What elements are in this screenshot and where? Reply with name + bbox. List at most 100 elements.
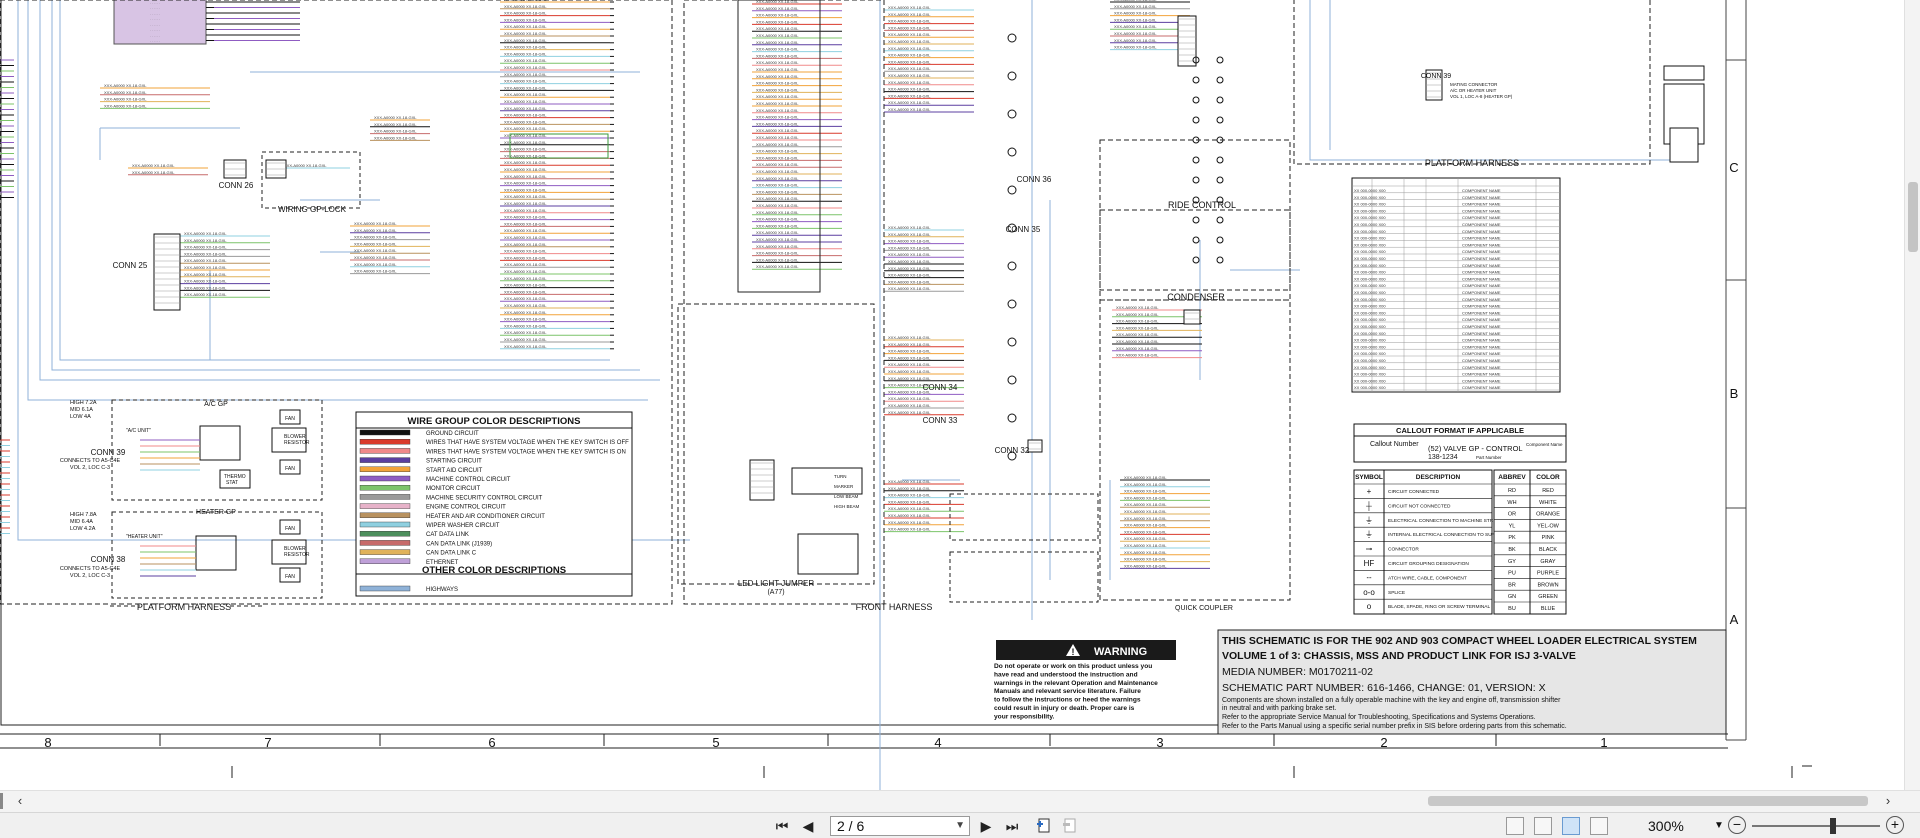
first-page-button[interactable]: ⏮ bbox=[772, 816, 792, 836]
warning-header bbox=[996, 640, 1176, 660]
terminal-symbol bbox=[1192, 96, 1200, 104]
wire-label: XXX-A0000 XX-18-GXL bbox=[756, 121, 799, 126]
abbrev-color-2: ORANGE bbox=[1536, 512, 1560, 518]
connector-led bbox=[749, 459, 775, 501]
table-cell: XX 000-0000 X00 bbox=[1354, 338, 1386, 343]
wire-label: XXX-A0000 XX-18-GXL bbox=[1124, 516, 1167, 521]
legend-item-8: ENGINE CONTROL CIRCUIT bbox=[426, 505, 506, 511]
wire-label: XXX-A0000 XX-18-GXL bbox=[354, 262, 397, 267]
legend-swatch-1 bbox=[359, 439, 411, 445]
legend-item-5: MACHINE CONTROL CIRCUIT bbox=[426, 477, 511, 483]
harness-label-heater-gp: HEATER GP bbox=[196, 509, 236, 516]
warning-text: Do not operate or work on this product u… bbox=[993, 663, 1158, 720]
table-cell: COMPONENT NAME bbox=[1462, 338, 1501, 343]
zoom-out-button[interactable]: − bbox=[1728, 816, 1746, 834]
callout-number-label: Callout Number bbox=[1370, 441, 1419, 448]
vertical-scroll-thumb[interactable] bbox=[1908, 182, 1918, 252]
pin-label: · · · · · · bbox=[150, 23, 160, 27]
wire-label: XXX-A0000 XX-18-GXL bbox=[888, 245, 931, 250]
lamp-symbol bbox=[1007, 147, 1017, 157]
wire-label: XXX-A0000 XX-18-GXL bbox=[504, 303, 547, 308]
harness-label-platform-left: PLATFORM HARNESS bbox=[137, 602, 231, 612]
wire-label: XXX-A0000 XX-18-GXL bbox=[756, 67, 799, 72]
scroll-left-button[interactable]: ‹ bbox=[12, 793, 28, 809]
abbrev-color-4: PINK bbox=[1542, 535, 1555, 541]
fan-label: FAN bbox=[285, 526, 295, 532]
wire-label: XXX-A0000 XX-18-GXL bbox=[888, 355, 931, 360]
callout-part-number: Part Number bbox=[1476, 455, 1502, 460]
table-cell: COMPONENT NAME bbox=[1462, 188, 1501, 193]
title-line-2: VOLUME 1 of 3: CHASSIS, MSS AND PRODUCT … bbox=[1222, 650, 1576, 662]
wire-label: XXX-A0000 XX-18-GXL bbox=[756, 251, 799, 256]
wire-label: XXX-A0000 XX-18-GXL bbox=[756, 13, 799, 18]
legend-swatch-3 bbox=[359, 457, 411, 463]
table-cell: XX 000-0000 X00 bbox=[1354, 372, 1386, 377]
wire-label: XXX-A0000 XX-18-GXL bbox=[184, 285, 227, 290]
atch-valve-1 bbox=[949, 493, 1099, 541]
connector-conn32 bbox=[1027, 439, 1043, 453]
symbol-desc-5: CIRCUIT GROUPING DESIGNATION bbox=[1388, 561, 1469, 567]
legend-item-11: CAT DATA LINK bbox=[426, 532, 469, 538]
wire-label: XXX-A0000 XX-18-GXL bbox=[1124, 523, 1167, 528]
lamp-label: LOW BEAM bbox=[834, 494, 859, 499]
table-cell: COMPONENT NAME bbox=[1462, 283, 1501, 288]
last-page-button[interactable]: ⏭ bbox=[1002, 816, 1022, 836]
two-page-view-button[interactable] bbox=[1562, 817, 1580, 835]
zoom-slider-thumb[interactable] bbox=[1830, 818, 1836, 834]
abbrev-color-10: BLUE bbox=[1541, 606, 1556, 612]
table-cell: XX 000-0000 X00 bbox=[1354, 236, 1386, 241]
wire-label: XXX-A0000 XX-18-GXL bbox=[104, 103, 147, 108]
wire-label: XXX-A0000 XX-18-GXL bbox=[756, 257, 799, 262]
abbrev-color-0: RED bbox=[1542, 488, 1554, 494]
connector-conn25 bbox=[153, 233, 181, 311]
legend-item-9: HEATER AND AIR CONDITIONER CIRCUIT bbox=[426, 514, 545, 520]
wire-label: XXX-A0000 XX-18-GXL bbox=[756, 162, 799, 167]
document-viewport[interactable]: 8 7 6 5 4 3 2 1 C B A · · · · · · · · · · · · · · · ·… bbox=[0, 0, 1920, 790]
single-page-view-button[interactable] bbox=[1506, 817, 1524, 835]
wire-label: XXX-A0000 XX-18-GXL bbox=[756, 217, 799, 222]
wire-label: XXX-A0000 XX-18-GXL bbox=[504, 58, 547, 63]
zoom-in-button[interactable]: + bbox=[1886, 816, 1904, 834]
harness-label-wiring-lock: WIRING GP-LOCK bbox=[278, 205, 347, 214]
vertical-scrollbar[interactable] bbox=[1904, 0, 1920, 790]
symbol-5: HF bbox=[1364, 559, 1375, 568]
pin-label: · · · · · · bbox=[150, 12, 160, 16]
wire-label: XXX-A0000 XX-18-GXL bbox=[1116, 305, 1159, 310]
horizontal-scroll-thumb[interactable] bbox=[1428, 796, 1868, 806]
wire-label: XXX-A0000 XX-18-GXL bbox=[1124, 550, 1167, 555]
row-letter-C: C bbox=[1729, 160, 1738, 175]
symbol-6: ┄ bbox=[1367, 573, 1372, 582]
next-page-button[interactable]: ▶ bbox=[976, 816, 996, 836]
wire-label: XXX-A0000 XX-18-GXL bbox=[184, 251, 227, 256]
wire-label: XXX-A0000 XX-18-GXL bbox=[888, 100, 931, 105]
chevron-down-icon[interactable]: ▼ bbox=[955, 817, 965, 835]
zoom-level[interactable]: 300% bbox=[1648, 817, 1684, 835]
wire-label: XXX-A0000 XX-18-GXL bbox=[104, 97, 147, 102]
wire-label: XXX-A0000 XX-18-GXL bbox=[888, 527, 931, 532]
wire-label: XXX-A0000 XX-18-GXL bbox=[888, 107, 931, 112]
insert-page-icon[interactable] bbox=[1034, 816, 1054, 836]
delete-page-icon[interactable] bbox=[1060, 816, 1080, 836]
zoom-slider[interactable] bbox=[1752, 825, 1880, 827]
wire-label: XXX-A0000 XX-18-GXL bbox=[756, 0, 799, 4]
table-cell: XX 000-0000 X00 bbox=[1354, 276, 1386, 281]
pin-label: · · · · · · bbox=[150, 1, 160, 5]
zoom-dropdown-icon[interactable]: ▼ bbox=[1714, 816, 1724, 836]
title-media: MEDIA NUMBER: M0170211-02 bbox=[1222, 666, 1373, 678]
condenser-boundary bbox=[1099, 209, 1291, 291]
previous-page-button[interactable]: ◀ bbox=[798, 816, 818, 836]
conn39-note-0: MATING CONNECTOR bbox=[1450, 82, 1498, 87]
page-number-field[interactable]: 2 / 6 ▼ bbox=[830, 816, 970, 836]
abbrev-2: OR bbox=[1508, 512, 1516, 518]
terminal-symbol bbox=[1192, 76, 1200, 84]
wire-label: XXX-A0000 XX-18-GXL bbox=[184, 292, 227, 297]
wire-label: XXX-A0000 XX-18-GXL bbox=[756, 183, 799, 188]
wire-label: XXX-A0000 XX-18-GXL bbox=[132, 163, 175, 168]
horizontal-scrollbar[interactable]: ‹ › bbox=[0, 790, 1920, 812]
book-view-button[interactable] bbox=[1590, 817, 1608, 835]
table-cell: COMPONENT NAME bbox=[1462, 365, 1501, 370]
scroll-right-button[interactable]: › bbox=[1880, 793, 1896, 809]
continuous-view-button[interactable] bbox=[1534, 817, 1552, 835]
wire-label: XXX-A0000 XX-18-GXL bbox=[504, 242, 547, 247]
wire-label: XXX-A0000 XX-18-GXL bbox=[504, 310, 547, 315]
